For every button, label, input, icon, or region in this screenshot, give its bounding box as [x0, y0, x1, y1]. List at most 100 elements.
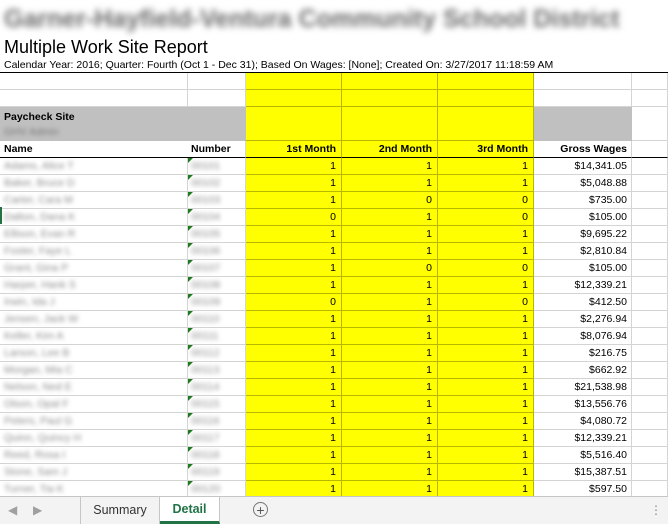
- cell[interactable]: [141, 294, 188, 311]
- gross-wages-value[interactable]: $597.50: [534, 481, 632, 496]
- gross-wages-value[interactable]: $5,048.88: [534, 175, 632, 192]
- cell[interactable]: [632, 481, 668, 496]
- tab-detail[interactable]: Detail: [160, 497, 220, 524]
- employee-name[interactable]: Harper, Hank S: [0, 277, 141, 294]
- month3-value[interactable]: 1: [438, 158, 534, 175]
- employee-name[interactable]: Larson, Lee B: [0, 345, 141, 362]
- cell[interactable]: [141, 379, 188, 396]
- month3-value[interactable]: 1: [438, 481, 534, 496]
- month1-value[interactable]: 1: [246, 464, 342, 481]
- month2-value[interactable]: 1: [342, 328, 438, 345]
- month1-value[interactable]: 1: [246, 447, 342, 464]
- gross-wages-value[interactable]: $105.00: [534, 209, 632, 226]
- gross-wages-value[interactable]: $2,810.84: [534, 243, 632, 260]
- employee-name[interactable]: Carter, Cara M: [0, 192, 141, 209]
- employee-number[interactable]: 00107: [188, 260, 246, 277]
- tab-summary[interactable]: Summary: [80, 497, 160, 524]
- month3-value[interactable]: 1: [438, 277, 534, 294]
- month1-value[interactable]: 1: [246, 175, 342, 192]
- employee-number[interactable]: 00103: [188, 192, 246, 209]
- cell[interactable]: [342, 107, 438, 141]
- month1-value[interactable]: 1: [246, 396, 342, 413]
- cell[interactable]: [632, 209, 668, 226]
- cell[interactable]: [141, 226, 188, 243]
- employee-name[interactable]: Olson, Opal F: [0, 396, 141, 413]
- cell[interactable]: [141, 464, 188, 481]
- month3-value[interactable]: 1: [438, 345, 534, 362]
- gross-wages-value[interactable]: $105.00: [534, 260, 632, 277]
- cell[interactable]: [438, 90, 534, 107]
- cell[interactable]: [141, 362, 188, 379]
- cell[interactable]: [632, 362, 668, 379]
- cell[interactable]: [141, 175, 188, 192]
- cell[interactable]: [632, 430, 668, 447]
- cell[interactable]: [141, 209, 188, 226]
- cell[interactable]: [632, 277, 668, 294]
- employee-number[interactable]: 00109: [188, 294, 246, 311]
- employee-name[interactable]: Turner, Tia K: [0, 481, 141, 496]
- employee-name[interactable]: Ellison, Evan R: [0, 226, 141, 243]
- header-gross-wages[interactable]: Gross Wages: [534, 141, 632, 158]
- employee-number[interactable]: 00102: [188, 175, 246, 192]
- gross-wages-value[interactable]: $2,276.94: [534, 311, 632, 328]
- month1-value[interactable]: 1: [246, 243, 342, 260]
- cell[interactable]: [632, 73, 668, 90]
- header-month2[interactable]: 2nd Month: [342, 141, 438, 158]
- employee-number[interactable]: 00110: [188, 311, 246, 328]
- cell[interactable]: [141, 328, 188, 345]
- month3-value[interactable]: 1: [438, 430, 534, 447]
- cell[interactable]: [632, 226, 668, 243]
- gross-wages-value[interactable]: $216.75: [534, 345, 632, 362]
- month1-value[interactable]: 1: [246, 430, 342, 447]
- prev-sheet-icon[interactable]: ◀: [8, 503, 17, 517]
- gross-wages-value[interactable]: $21,538.98: [534, 379, 632, 396]
- header-number[interactable]: Number: [188, 141, 246, 158]
- employee-number[interactable]: 00101: [188, 158, 246, 175]
- month1-value[interactable]: 1: [246, 192, 342, 209]
- cell[interactable]: [188, 90, 246, 107]
- cell[interactable]: [632, 311, 668, 328]
- cell[interactable]: [141, 260, 188, 277]
- cell[interactable]: [632, 413, 668, 430]
- month1-value[interactable]: 1: [246, 379, 342, 396]
- month2-value[interactable]: 1: [342, 481, 438, 496]
- employee-name[interactable]: Adams, Alice T: [0, 158, 141, 175]
- cell[interactable]: [141, 311, 188, 328]
- month2-value[interactable]: 1: [342, 158, 438, 175]
- employee-name[interactable]: Irwin, Ida J: [0, 294, 141, 311]
- cell[interactable]: [141, 277, 188, 294]
- employee-number[interactable]: 00112: [188, 345, 246, 362]
- next-sheet-icon[interactable]: ▶: [33, 503, 42, 517]
- employee-name[interactable]: Jensen, Jack W: [0, 311, 141, 328]
- employee-name[interactable]: Foster, Faye L: [0, 243, 141, 260]
- month2-value[interactable]: 1: [342, 379, 438, 396]
- employee-name[interactable]: Nelson, Ned E: [0, 379, 141, 396]
- paycheck-site-cell[interactable]: Paycheck Site GHV Admin: [0, 107, 246, 141]
- employee-number[interactable]: 00119: [188, 464, 246, 481]
- cell[interactable]: [534, 90, 632, 107]
- month2-value[interactable]: 1: [342, 311, 438, 328]
- cell[interactable]: [141, 90, 188, 107]
- header-month3[interactable]: 3rd Month: [438, 141, 534, 158]
- month2-value[interactable]: 1: [342, 413, 438, 430]
- cell[interactable]: [246, 107, 342, 141]
- month1-value[interactable]: 1: [246, 158, 342, 175]
- cell[interactable]: [632, 192, 668, 209]
- cell[interactable]: [632, 243, 668, 260]
- month3-value[interactable]: 1: [438, 413, 534, 430]
- month3-value[interactable]: 1: [438, 311, 534, 328]
- cell[interactable]: [188, 73, 246, 90]
- employee-name[interactable]: Keller, Kim A: [0, 328, 141, 345]
- cell[interactable]: [141, 430, 188, 447]
- employee-number[interactable]: 00104: [188, 209, 246, 226]
- month3-value[interactable]: 0: [438, 209, 534, 226]
- gross-wages-value[interactable]: $12,339.21: [534, 430, 632, 447]
- cell[interactable]: [342, 73, 438, 90]
- cell[interactable]: [632, 447, 668, 464]
- month3-value[interactable]: 1: [438, 175, 534, 192]
- month2-value[interactable]: 0: [342, 192, 438, 209]
- employee-number[interactable]: 00120: [188, 481, 246, 496]
- employee-name[interactable]: Dalton, Dana K: [0, 209, 141, 226]
- month3-value[interactable]: 1: [438, 226, 534, 243]
- month3-value[interactable]: 1: [438, 328, 534, 345]
